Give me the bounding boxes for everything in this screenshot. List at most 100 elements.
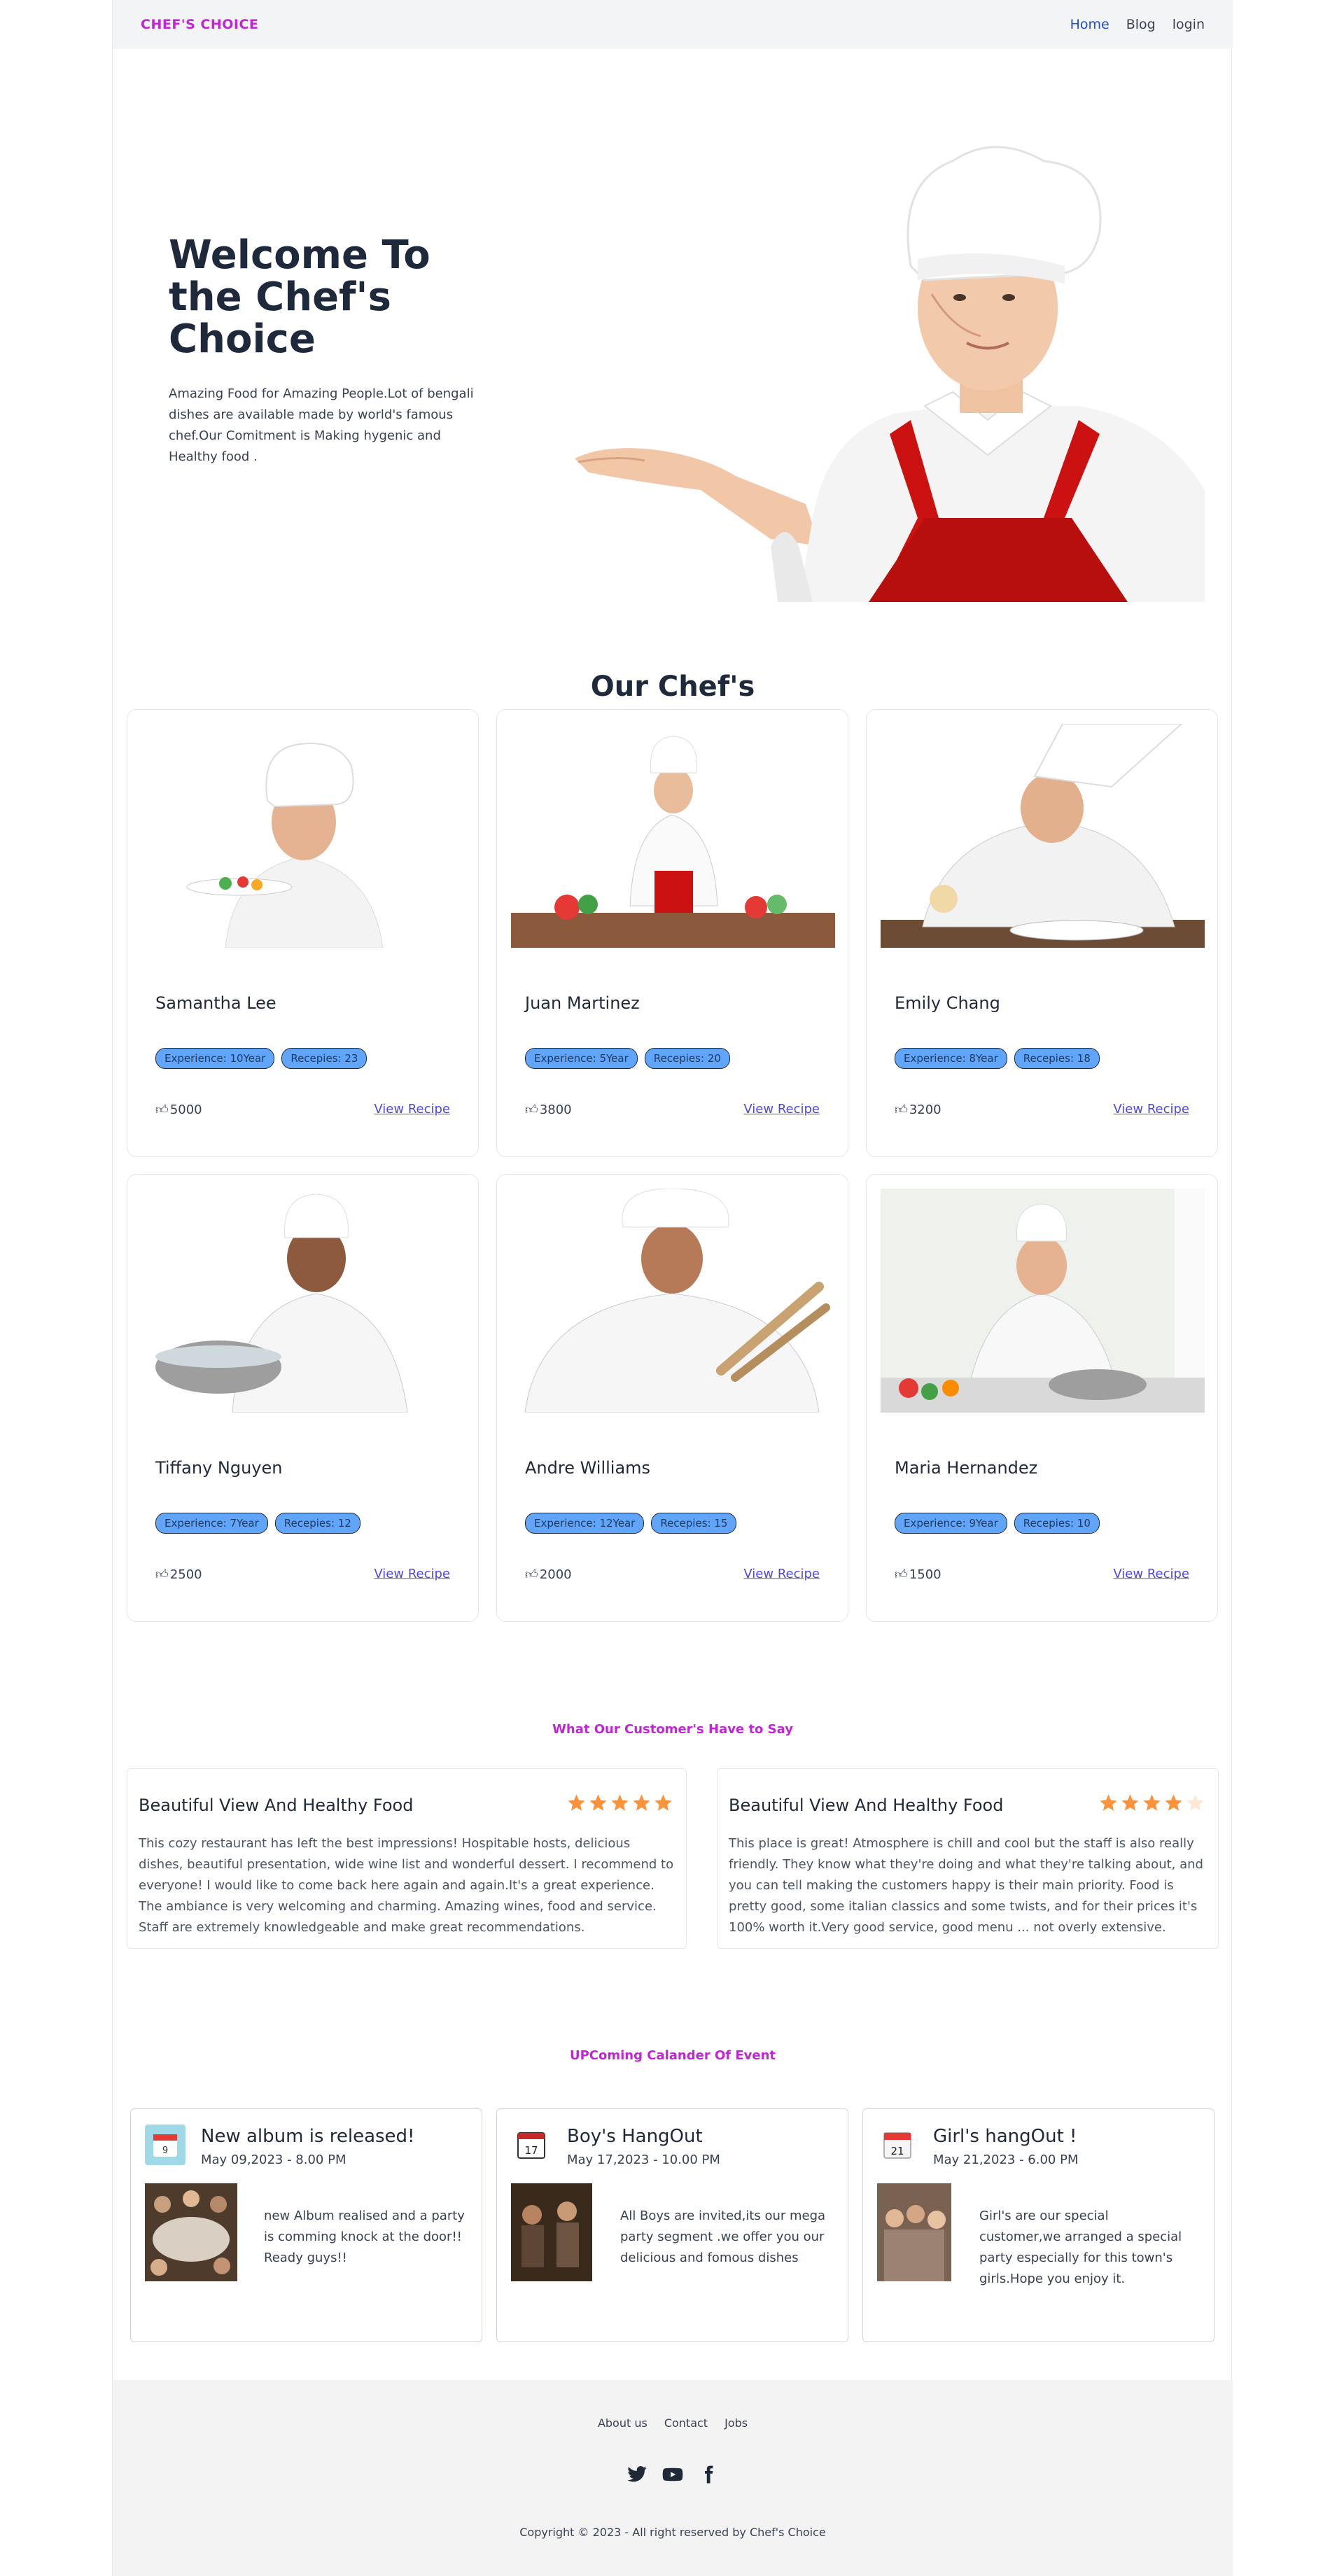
events-title: UPComing Calander Of Event xyxy=(569,2048,776,2063)
page: CHEF'S CHOICE Home Blog login Welcome To… xyxy=(112,0,1233,2576)
chef-photo xyxy=(511,724,835,948)
facebook-icon[interactable] xyxy=(698,2464,719,2485)
chef-card: Tiffany Nguyen Experience: 7Year Recepies… xyxy=(127,1174,479,1622)
star-icon xyxy=(1186,1794,1204,1811)
star-icon xyxy=(611,1794,629,1811)
recipes-badge: Recepies: 20 xyxy=(644,1048,730,1069)
nav-link-blog[interactable]: Blog xyxy=(1126,17,1156,32)
footer-link-jobs[interactable]: Jobs xyxy=(724,2416,748,2430)
brand-logo[interactable]: CHEF'S CHOICE xyxy=(141,17,258,32)
likes-value: 3800 xyxy=(539,1102,572,1117)
thumbs-up-icon[interactable]: 👍︎ xyxy=(525,1567,538,1582)
chef-name: Tiffany Nguyen xyxy=(155,1458,283,1478)
likes-value: 3200 xyxy=(909,1102,941,1117)
event-description: All Boys are invited,its our mega party … xyxy=(620,2208,826,2265)
chefs-section-title: Our Chef's xyxy=(590,671,755,703)
event-card: 9 New album is released! May 09,2023 - 8… xyxy=(130,2108,482,2342)
recipes-badge: Recepies: 18 xyxy=(1014,1048,1100,1069)
testimonials-title: What Our Customer's Have to Say xyxy=(552,1722,793,1737)
chef-name: Juan Martinez xyxy=(525,993,640,1013)
review-card: Beautiful View And Healthy Food This coz… xyxy=(127,1768,687,1949)
star-icon xyxy=(654,1794,672,1811)
event-title: Girl's hangOut ! xyxy=(933,2126,1077,2147)
chef-name: Andre Williams xyxy=(525,1458,651,1478)
hero-chef-image xyxy=(561,126,1219,602)
star-icon xyxy=(633,1794,650,1811)
view-recipe-link[interactable]: View Recipe xyxy=(743,1567,820,1581)
experience-badge: Experience: 5Year xyxy=(525,1048,638,1069)
footer: About us Contact Jobs Copyright © 2023 -… xyxy=(113,2380,1233,2576)
twitter-icon[interactable] xyxy=(626,2464,648,2485)
experience-badge: Experience: 12Year xyxy=(525,1513,645,1534)
thumbs-up-icon[interactable]: 👍︎ xyxy=(895,1102,908,1117)
chef-card: Emily Chang Experience: 8Year Recepies: 1… xyxy=(866,709,1218,1157)
chef-photo xyxy=(141,1189,465,1413)
footer-links: About us Contact Jobs xyxy=(113,2416,1233,2430)
view-recipe-link[interactable]: View Recipe xyxy=(374,1102,450,1116)
chef-photo xyxy=(881,724,1205,948)
thumbs-up-icon[interactable]: 👍︎ xyxy=(155,1567,169,1582)
recipes-badge: Recepies: 15 xyxy=(651,1513,737,1534)
review-title: Beautiful View And Healthy Food xyxy=(729,1795,1004,1815)
chef-card: Samantha Lee Experience: 10Year Recepies:… xyxy=(127,709,479,1157)
youtube-icon[interactable] xyxy=(662,2464,684,2485)
experience-badge: Experience: 10Year xyxy=(155,1048,275,1069)
star-icon xyxy=(1165,1794,1182,1811)
view-recipe-link[interactable]: View Recipe xyxy=(374,1567,450,1581)
event-date: May 09,2023 - 8.00 PM xyxy=(201,2152,346,2167)
likes-count: 👍︎ 3800 xyxy=(525,1102,572,1118)
star-rating xyxy=(566,1793,673,1813)
thumbs-up-icon[interactable]: 👍︎ xyxy=(525,1102,538,1117)
event-photo xyxy=(877,2183,951,2281)
likes-count: 👍︎ 3200 xyxy=(895,1102,941,1118)
event-date: May 21,2023 - 6.00 PM xyxy=(933,2152,1079,2167)
star-icon xyxy=(1143,1794,1161,1811)
view-recipe-link[interactable]: View Recipe xyxy=(1113,1567,1189,1581)
chef-name: Samantha Lee xyxy=(155,993,276,1013)
social-icons xyxy=(113,2464,1233,2485)
thumbs-up-icon[interactable]: 👍︎ xyxy=(895,1567,908,1582)
chef-card: Andre Williams Experience: 12Year Recepie… xyxy=(496,1174,848,1622)
event-description: Girl's are our special customer,we arran… xyxy=(979,2208,1182,2286)
event-card: 21 Girl's hangOut ! May 21,2023 - 6.00 P… xyxy=(862,2108,1214,2342)
footer-link-about[interactable]: About us xyxy=(598,2416,648,2430)
calendar-day: 9 xyxy=(162,2146,168,2156)
chef-card: Maria Hernandez Experience: 9Year Recepie… xyxy=(866,1174,1218,1622)
likes-value: 2500 xyxy=(169,1567,202,1582)
navbar: CHEF'S CHOICE Home Blog login xyxy=(113,0,1233,49)
experience-badge: Experience: 8Year xyxy=(895,1048,1007,1069)
nav-links: Home Blog login xyxy=(1070,17,1205,32)
hero-text: Amazing Food for Amazing People.Lot of b… xyxy=(169,386,474,464)
star-icon xyxy=(589,1794,607,1811)
chef-card: Juan Martinez Experience: 5Year Recepies:… xyxy=(496,709,848,1157)
thumbs-up-icon[interactable]: 👍︎ xyxy=(155,1102,169,1117)
event-title: Boy's HangOut xyxy=(567,2126,703,2147)
star-rating xyxy=(1098,1793,1205,1813)
footer-link-contact[interactable]: Contact xyxy=(664,2416,708,2430)
star-icon xyxy=(1100,1794,1117,1811)
likes-count: 👍︎ 1500 xyxy=(895,1567,941,1583)
review-text: This cozy restaurant has left the best i… xyxy=(139,1836,674,1935)
hero-title: Welcome To the Chef's Choice xyxy=(169,232,430,362)
review-title: Beautiful View And Healthy Food xyxy=(139,1795,414,1815)
recipes-badge: Recepies: 12 xyxy=(274,1513,360,1534)
nav-link-login[interactable]: login xyxy=(1172,17,1205,32)
likes-count: 👍︎ 2000 xyxy=(525,1567,572,1583)
calendar-day: 21 xyxy=(890,2145,904,2157)
calendar-icon: 17 xyxy=(511,2124,552,2165)
view-recipe-link[interactable]: View Recipe xyxy=(743,1102,820,1116)
view-recipe-link[interactable]: View Recipe xyxy=(1113,1102,1189,1116)
likes-value: 1500 xyxy=(909,1567,941,1582)
chef-name: Maria Hernandez xyxy=(895,1458,1038,1478)
review-card: Beautiful View And Healthy Food This pla… xyxy=(717,1768,1219,1949)
calendar-day: 17 xyxy=(524,2144,538,2157)
calendar-icon: 21 xyxy=(877,2124,918,2165)
event-photo xyxy=(145,2183,237,2281)
event-description: new Album realised and a party is commin… xyxy=(264,2208,465,2265)
chef-photo xyxy=(511,1189,835,1413)
star-icon xyxy=(568,1794,585,1811)
event-title: New album is released! xyxy=(201,2126,415,2147)
nav-link-home[interactable]: Home xyxy=(1070,17,1110,32)
experience-badge: Experience: 9Year xyxy=(895,1513,1007,1534)
event-date: May 17,2023 - 10.00 PM xyxy=(567,2152,720,2167)
